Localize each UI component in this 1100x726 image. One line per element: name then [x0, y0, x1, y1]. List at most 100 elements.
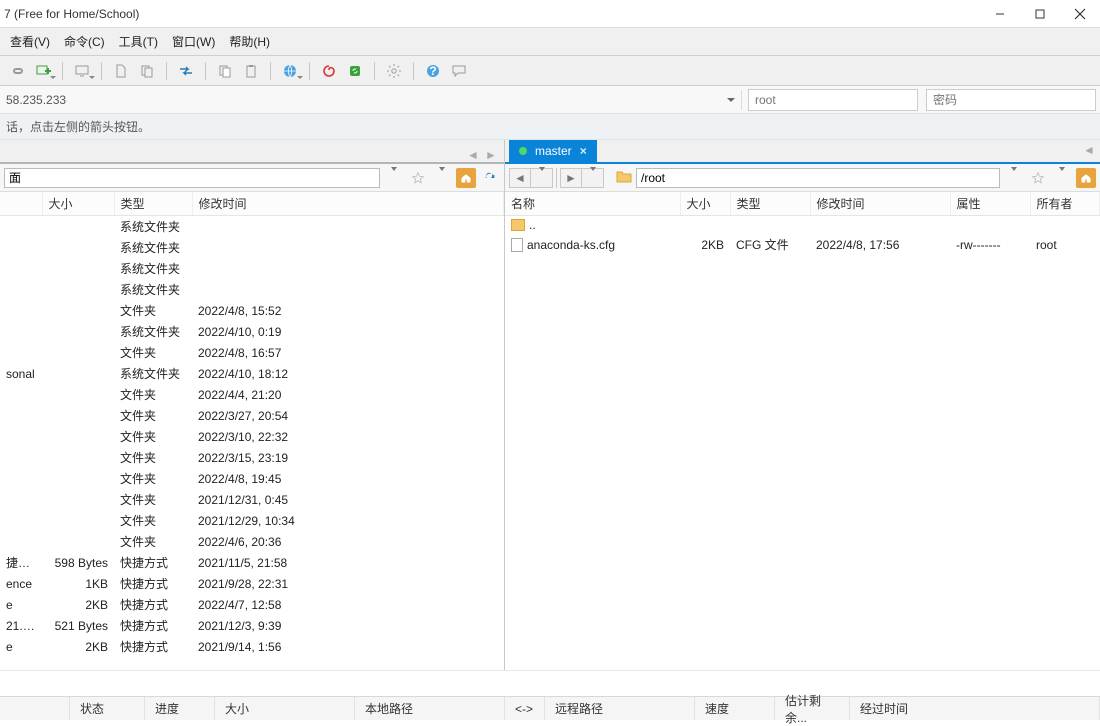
cell-mtime: 2022/4/10, 0:19 — [192, 321, 504, 342]
cell-type — [730, 216, 810, 235]
col-size[interactable]: 大小 — [42, 192, 114, 216]
forward-history-icon[interactable] — [582, 168, 604, 188]
new-session-icon[interactable] — [32, 60, 54, 82]
refresh-icon[interactable] — [480, 168, 500, 188]
table-row[interactable]: 捷方式 598 Bytes 快捷方式 2021/11/5, 21:58 — [0, 552, 504, 573]
col-type[interactable]: 类型 — [730, 192, 810, 216]
path-dropdown-icon[interactable] — [384, 168, 404, 188]
back-icon[interactable]: ◄ — [509, 168, 531, 188]
th-remote[interactable]: 远程路径 — [545, 697, 695, 720]
menu-bar: 查看(V) 命令(C) 工具(T) 窗口(W) 帮助(H) — [0, 28, 1100, 56]
th-dir[interactable]: <-> — [505, 697, 545, 720]
tab-next-icon[interactable]: ► — [484, 148, 498, 162]
col-owner[interactable]: 所有者 — [1030, 192, 1100, 216]
host-dropdown-icon[interactable] — [723, 98, 739, 102]
table-row[interactable]: ence 1KB 快捷方式 2021/9/28, 22:31 — [0, 573, 504, 594]
table-row[interactable]: e 2KB 快捷方式 2022/4/7, 12:58 — [0, 594, 504, 615]
home-icon[interactable] — [1076, 168, 1096, 188]
help-icon[interactable]: ? — [422, 60, 444, 82]
table-row[interactable]: 文件夹 2022/3/10, 22:32 — [0, 426, 504, 447]
table-row[interactable]: 文件夹 2022/4/6, 20:36 — [0, 531, 504, 552]
col-type[interactable]: 类型 — [114, 192, 192, 216]
remote-path-input[interactable] — [636, 168, 1000, 188]
forward-icon[interactable]: ► — [560, 168, 582, 188]
th-speed[interactable]: 速度 — [695, 697, 775, 720]
local-listing[interactable]: 大小 类型 修改时间 系统文件夹 系统文件夹 系统文件夹 系统文件夹 文件夹 2… — [0, 192, 504, 670]
link-icon[interactable] — [6, 60, 28, 82]
minimize-button[interactable] — [980, 0, 1020, 28]
cell-size — [680, 216, 730, 235]
table-row[interactable]: 21.1.... 521 Bytes 快捷方式 2021/12/3, 9:39 — [0, 615, 504, 636]
cell-name: e — [0, 594, 42, 615]
path-dropdown-icon[interactable] — [1004, 168, 1024, 188]
back-history-icon[interactable] — [531, 168, 553, 188]
copy-file-icon[interactable] — [136, 60, 158, 82]
cell-mtime — [192, 216, 504, 238]
table-row[interactable]: 文件夹 2022/3/27, 20:54 — [0, 405, 504, 426]
address-bar: 58.235.233 — [0, 86, 1100, 114]
table-row[interactable]: 文件夹 2022/4/8, 16:57 — [0, 342, 504, 363]
table-row[interactable]: 系统文件夹 2022/4/10, 0:19 — [0, 321, 504, 342]
cell-mtime: 2021/9/28, 22:31 — [192, 573, 504, 594]
menu-help[interactable]: 帮助(H) — [229, 33, 270, 50]
col-mtime[interactable]: 修改时间 — [810, 192, 950, 216]
session-tab[interactable]: master × — [509, 140, 597, 162]
swap-icon[interactable] — [175, 60, 197, 82]
maximize-button[interactable] — [1020, 0, 1060, 28]
th-progress[interactable]: 进度 — [145, 697, 215, 720]
table-row[interactable]: e 2KB 快捷方式 2021/9/14, 1:56 — [0, 636, 504, 657]
table-row[interactable]: .. — [505, 216, 1100, 235]
host-field[interactable]: 58.235.233 — [0, 93, 723, 107]
col-mtime[interactable]: 修改时间 — [192, 192, 504, 216]
menu-command[interactable]: 命令(C) — [64, 33, 105, 50]
th-local[interactable]: 本地路径 — [355, 697, 505, 720]
table-row[interactable]: 系统文件夹 — [0, 279, 504, 300]
monitor-icon[interactable] — [71, 60, 93, 82]
paste-icon[interactable] — [240, 60, 262, 82]
menu-tools[interactable]: 工具(T) — [119, 33, 158, 50]
table-row[interactable]: 文件夹 2021/12/29, 10:34 — [0, 510, 504, 531]
copy-icon[interactable] — [214, 60, 236, 82]
home-icon[interactable] — [456, 168, 476, 188]
table-row[interactable]: 文件夹 2022/4/8, 15:52 — [0, 300, 504, 321]
gear-icon[interactable] — [383, 60, 405, 82]
table-row[interactable]: 文件夹 2022/3/15, 23:19 — [0, 447, 504, 468]
username-input[interactable] — [748, 89, 918, 111]
dropdown-icon[interactable] — [432, 168, 452, 188]
table-row[interactable]: 系统文件夹 — [0, 237, 504, 258]
col-name[interactable]: 名称 — [505, 192, 680, 216]
col-size[interactable]: 大小 — [680, 192, 730, 216]
th-eta[interactable]: 估计剩余... — [775, 697, 850, 720]
tab-close-icon[interactable]: × — [580, 144, 587, 158]
close-button[interactable] — [1060, 0, 1100, 28]
menu-window[interactable]: 窗口(W) — [172, 33, 215, 50]
cell-owner: root — [1030, 234, 1100, 255]
th-elapsed[interactable]: 经过时间 — [850, 697, 1100, 720]
tab-prev-icon[interactable]: ◄ — [466, 148, 480, 162]
spiral-icon[interactable] — [318, 60, 340, 82]
globe-icon[interactable] — [279, 60, 301, 82]
table-row[interactable]: 系统文件夹 — [0, 258, 504, 279]
table-row[interactable]: sonal 系统文件夹 2022/4/10, 18:12 — [0, 363, 504, 384]
sync-icon[interactable] — [344, 60, 366, 82]
col-name[interactable] — [0, 192, 42, 216]
new-file-icon[interactable] — [110, 60, 132, 82]
dropdown-icon[interactable] — [1052, 168, 1072, 188]
menu-view[interactable]: 查看(V) — [10, 33, 50, 50]
table-row[interactable]: 系统文件夹 — [0, 216, 504, 238]
table-row[interactable]: 文件夹 2022/4/4, 21:20 — [0, 384, 504, 405]
favorite-icon[interactable] — [1028, 168, 1048, 188]
password-input[interactable] — [926, 89, 1096, 111]
favorite-icon[interactable] — [408, 168, 428, 188]
chat-icon[interactable] — [448, 60, 470, 82]
col-perm[interactable]: 属性 — [950, 192, 1030, 216]
th-size[interactable]: 大小 — [215, 697, 355, 720]
th-status[interactable]: 状态 — [70, 697, 145, 720]
tab-prev-icon[interactable]: ◄ — [1082, 143, 1096, 157]
local-path-input[interactable] — [4, 168, 380, 188]
table-row[interactable]: 文件夹 2021/12/31, 0:45 — [0, 489, 504, 510]
table-row[interactable]: anaconda-ks.cfg 2KB CFG 文件 2022/4/8, 17:… — [505, 234, 1100, 255]
cell-mtime — [810, 216, 950, 235]
table-row[interactable]: 文件夹 2022/4/8, 19:45 — [0, 468, 504, 489]
remote-listing[interactable]: 名称 大小 类型 修改时间 属性 所有者 .. anaconda-ks.cfg … — [505, 192, 1100, 670]
